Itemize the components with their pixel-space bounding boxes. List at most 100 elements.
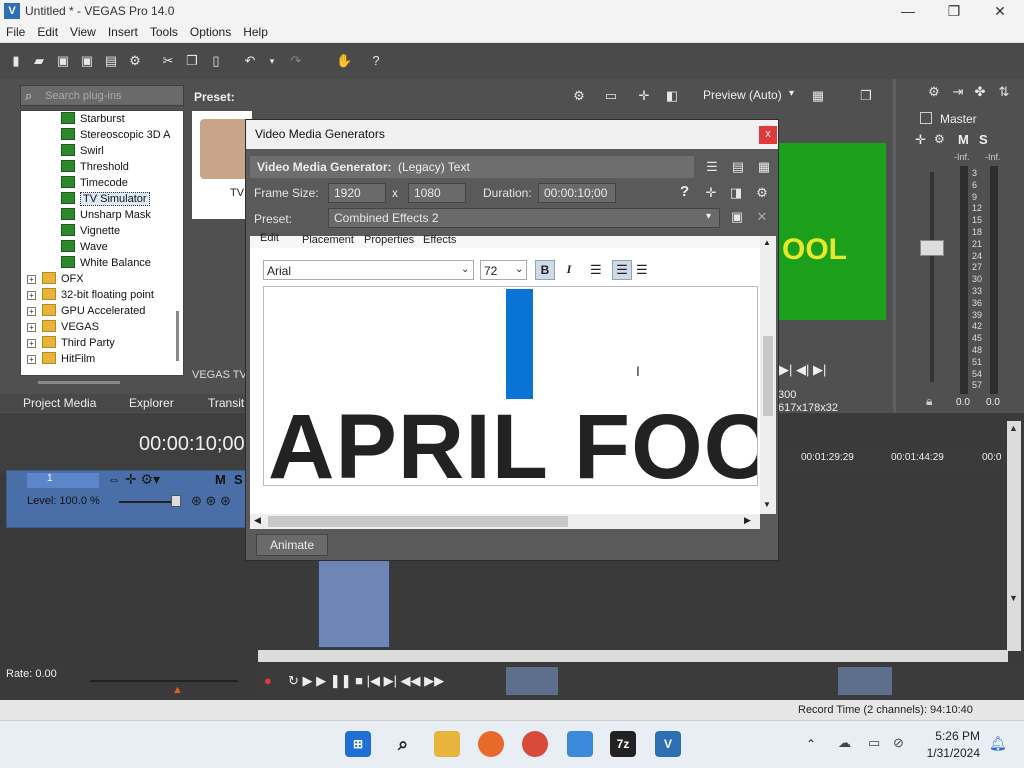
network-icon[interactable]: ▭ — [868, 735, 880, 751]
duration-input[interactable]: 00:00:10;00 — [538, 183, 616, 203]
windows-start-icon[interactable]: ⊞ — [345, 731, 371, 757]
rate-slider[interactable] — [90, 680, 238, 682]
track-solo-button[interactable]: S — [234, 472, 243, 487]
help-icon[interactable]: ? — [368, 53, 384, 69]
expand-icon[interactable]: + — [27, 323, 36, 332]
split-view-icon[interactable]: ✛ — [636, 88, 652, 104]
track-composite-icons[interactable]: ⊛ ⊛ ⊛ — [191, 493, 231, 509]
external-monitor-icon[interactable]: ▭ — [603, 88, 619, 104]
search-icon[interactable]: ⌕ — [390, 731, 416, 757]
help-icon[interactable]: ? — [680, 183, 689, 200]
pan-crop-icon[interactable]: ✛ — [703, 185, 719, 201]
font-size-dropdown-icon[interactable]: ⌄ — [515, 264, 523, 275]
rate-marker-icon[interactable]: ▲ — [172, 684, 183, 696]
clock-time[interactable]: 5:26 PM — [924, 729, 980, 743]
open-folder-icon[interactable]: ▰ — [31, 53, 47, 69]
tree-scrollbar[interactable] — [176, 311, 179, 361]
expand-icon[interactable]: + — [27, 307, 36, 316]
edit-tool-button[interactable] — [506, 667, 558, 695]
tree-hscrollbar[interactable] — [38, 381, 120, 384]
explorer-icon[interactable]: ✋ — [336, 53, 352, 69]
plugin-tree-item[interactable]: + HitFilm — [27, 351, 95, 367]
plugin-tree-item[interactable]: + Third Party — [27, 335, 115, 351]
save-as-icon[interactable]: ▣ — [79, 53, 95, 69]
plugin-tree-item[interactable]: + VEGAS — [27, 319, 99, 335]
copy-snapshot-icon[interactable]: ❐ — [858, 88, 874, 104]
master-fader-handle[interactable] — [920, 240, 944, 256]
snapping-buttons[interactable] — [838, 667, 892, 695]
redo-icon[interactable]: ↷ — [288, 53, 304, 69]
preview-properties-icon[interactable]: ⚙ — [571, 88, 587, 104]
video-track-header[interactable]: 1 ⇔ ✛ ⚙▾ M S Level: 100.0 % ⊛ ⊛ ⊛ — [6, 470, 250, 528]
master-fx-chain-icon[interactable]: ✛ — [915, 132, 926, 148]
tab-edit[interactable]: Edit — [260, 232, 279, 244]
track-icons[interactable]: ⇔ ✛ ⚙▾ — [107, 471, 160, 488]
tab-placement[interactable]: Placement — [302, 234, 354, 246]
preset-dropdown-icon[interactable]: ▾ — [706, 211, 711, 222]
plugin-tree-item[interactable]: +32-bit floating point — [27, 287, 154, 303]
mask-icon[interactable]: ◧ — [664, 88, 680, 104]
editor-scroll-right-icon[interactable]: ▶ — [744, 515, 751, 526]
plugin-tree-item[interactable]: + OFX — [27, 271, 84, 287]
properties-gear-icon[interactable]: ⚙ — [127, 53, 143, 69]
photos-icon[interactable] — [567, 731, 593, 757]
view-details-icon[interactable]: ▤ — [730, 159, 746, 175]
preview-quality-select[interactable]: Preview (Auto) — [703, 88, 782, 102]
track-mute-button[interactable]: M — [215, 472, 226, 487]
clock-date[interactable]: 1/31/2024 — [924, 746, 980, 760]
cut-icon[interactable]: ✂ — [160, 53, 176, 69]
preset-thumbnail[interactable]: TV — [192, 111, 252, 219]
notification-bell-icon[interactable]: 🔔︎ — [989, 735, 1007, 752]
plugin-tree-item[interactable]: Stereoscopic 3D A — [61, 127, 171, 143]
generator-preview-icon[interactable]: ◨ — [728, 185, 744, 201]
cloud-icon[interactable]: ☁ — [838, 735, 851, 751]
menu-insert[interactable]: Insert — [102, 23, 144, 41]
frame-width-input[interactable]: 1920 — [328, 183, 386, 203]
frame-height-input[interactable]: 1080 — [408, 183, 466, 203]
master-fx-icon[interactable]: ⚙ — [926, 84, 942, 100]
copy-icon[interactable]: ❐ — [184, 53, 200, 69]
tab-effects[interactable]: Effects — [423, 234, 456, 246]
save-preset-icon[interactable]: ▣ — [729, 209, 745, 225]
menu-view[interactable]: View — [64, 23, 102, 41]
italic-button[interactable]: I — [559, 260, 579, 280]
preview-quality-dropdown-icon[interactable]: ▾ — [789, 88, 794, 99]
plugin-tree-item[interactable]: Starburst — [61, 111, 125, 127]
master-solo-button[interactable]: S — [979, 132, 988, 147]
7zip-icon[interactable]: 7z — [610, 731, 636, 757]
plugin-tree-item[interactable]: Vignette — [61, 223, 120, 239]
menu-help[interactable]: Help — [237, 23, 274, 41]
font-size-select[interactable]: 72 ⌄ — [480, 260, 527, 280]
timeline-hscrollbar[interactable] — [258, 650, 1008, 662]
menu-tools[interactable]: Tools — [144, 23, 184, 41]
track-level-handle[interactable] — [171, 495, 181, 507]
volume-mute-icon[interactable]: ⊘ — [893, 735, 904, 751]
expand-icon[interactable]: + — [27, 355, 36, 364]
paste-icon[interactable]: ▯ — [208, 53, 224, 69]
chrome-icon[interactable] — [522, 731, 548, 757]
master-fx-icon2[interactable]: ⚙ — [934, 132, 945, 146]
firefox-icon[interactable] — [478, 731, 504, 757]
timeline-event-clip[interactable] — [318, 560, 390, 648]
font-dropdown-icon[interactable]: ⌄ — [461, 264, 469, 275]
search-plugins-box[interactable]: ⌕ Search plug-ins — [20, 85, 184, 106]
track-level-slider[interactable] — [119, 501, 179, 503]
plugin-tree-item[interactable]: Threshold — [61, 159, 129, 175]
master-mix-icon[interactable]: ✤ — [972, 84, 988, 100]
bold-button[interactable]: B — [535, 260, 555, 280]
plugin-tree-item[interactable]: Wave — [61, 239, 108, 255]
record-icon[interactable]: ● — [264, 673, 272, 688]
new-file-icon[interactable]: ▮ — [8, 53, 24, 69]
editor-hscrollbar[interactable]: ◀ ▶ — [250, 514, 760, 529]
align-right-icon[interactable]: ☰ — [636, 262, 648, 278]
file-explorer-icon[interactable] — [434, 731, 460, 757]
expand-icon[interactable]: + — [27, 339, 36, 348]
editor-scroll-down-icon[interactable]: ▼ — [763, 500, 771, 509]
overlays-grid-icon[interactable]: ▦ — [810, 88, 826, 104]
plugin-tree-item[interactable]: Timecode — [61, 175, 128, 191]
menu-options[interactable]: Options — [184, 23, 237, 41]
dialog-close-button[interactable]: x — [759, 126, 777, 144]
master-mute-button[interactable]: M — [958, 132, 969, 147]
animate-button[interactable]: Animate — [256, 534, 328, 556]
editor-scroll-up-icon[interactable]: ▲ — [763, 238, 771, 247]
